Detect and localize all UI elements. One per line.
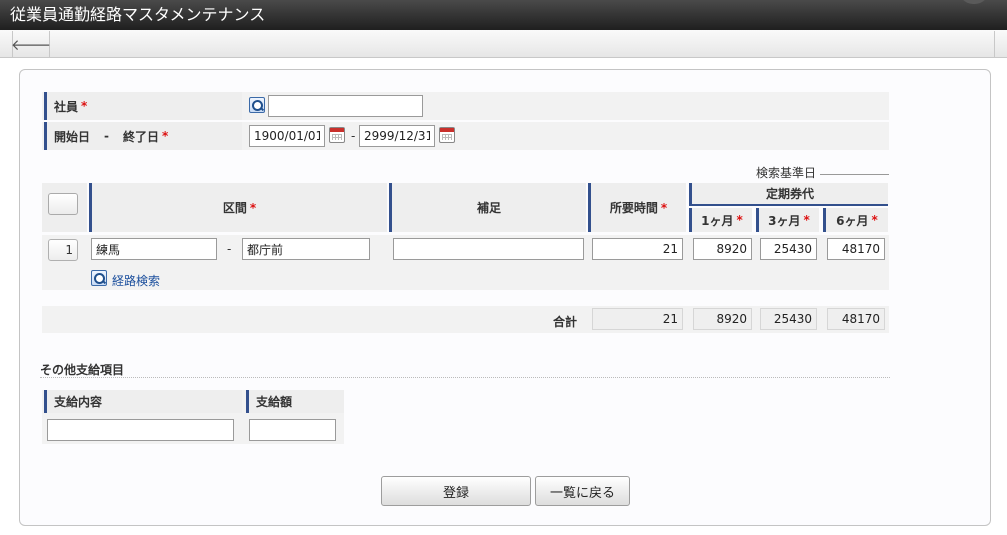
window-title-bar: 従業員通勤経路マスタメンテナンス: [0, 0, 1007, 30]
required-mark: *: [803, 213, 810, 227]
header-time: 所要時間 *: [588, 183, 686, 232]
allowance-content-input[interactable]: [47, 419, 234, 441]
date-range-separator: -: [351, 129, 356, 143]
header-note-text: 補足: [476, 201, 501, 215]
period-label: 開始日 - 終了日 *: [44, 122, 242, 150]
start-date-label: 開始日: [54, 129, 91, 144]
total-label: 合計: [553, 315, 578, 329]
employee-input[interactable]: [268, 95, 423, 117]
header-1month: 1ヶ月 *: [689, 208, 752, 232]
required-mark: *: [249, 200, 257, 215]
header-section: 区間 *: [89, 183, 387, 232]
header-section-text: 区間: [222, 201, 247, 215]
section-divider: [40, 377, 890, 378]
required-mark: *: [162, 129, 169, 143]
header-content: 支給内容: [44, 390, 242, 413]
total-3month: 25430: [760, 308, 817, 330]
required-mark: *: [736, 213, 743, 227]
end-calendar-icon[interactable]: [439, 127, 455, 143]
window-corner-decoration: [959, 0, 989, 4]
header-3month: 3ヶ月 *: [756, 208, 819, 232]
select-all-checkbox[interactable]: [48, 193, 78, 215]
header-note: 補足: [389, 183, 586, 232]
arrow-left-icon: 🡐: [10, 35, 52, 54]
main-panel: 社員 * 開始日 - 終了日 * - 検索基準日 区間 * 補足 所要時間 * …: [19, 69, 991, 526]
header-6month: 6ヶ月 *: [823, 208, 888, 232]
total-6month: 48170: [827, 308, 885, 330]
other-items-title: その他支給項目: [40, 363, 125, 377]
total-time: 21: [592, 308, 683, 330]
select-all-header: [42, 183, 87, 232]
time-input[interactable]: [592, 238, 683, 260]
route-search-icon[interactable]: [91, 270, 107, 286]
row-number[interactable]: 1: [48, 239, 78, 261]
pass-1month-input[interactable]: [693, 238, 752, 260]
window-title: 従業員通勤経路マスタメンテナンス: [10, 5, 266, 24]
header-6month-text: 6ヶ月: [836, 213, 869, 228]
header-commuter-pass: 定期券代: [689, 183, 888, 206]
route-to-input[interactable]: [242, 238, 370, 260]
search-base-date-line: [820, 174, 889, 175]
required-mark: *: [871, 213, 878, 227]
header-amount: 支給額: [246, 390, 344, 413]
toolbar: 🡐: [0, 30, 1007, 58]
period-label-separator: -: [104, 129, 109, 143]
register-button[interactable]: 登録: [381, 476, 531, 506]
employee-search-icon[interactable]: [249, 97, 265, 113]
start-calendar-icon[interactable]: [329, 127, 345, 143]
total-1month: 8920: [693, 308, 752, 330]
header-3month-text: 3ヶ月: [768, 213, 801, 228]
employee-label: 社員 *: [44, 92, 242, 120]
back-button[interactable]: 🡐: [10, 31, 52, 57]
header-content-text: 支給内容: [54, 395, 103, 409]
required-mark: *: [81, 99, 88, 113]
employee-label-text: 社員: [54, 99, 79, 114]
note-input[interactable]: [393, 238, 584, 260]
header-1month-text: 1ヶ月: [701, 213, 734, 228]
toolbar-divider: [994, 31, 995, 57]
route-search-link[interactable]: 経路検索: [112, 272, 160, 289]
search-base-date-label: 検索基準日: [756, 166, 817, 180]
pass-6month-input[interactable]: [827, 238, 885, 260]
header-time-text: 所要時間: [609, 201, 658, 215]
required-mark: *: [660, 200, 668, 215]
pass-3month-input[interactable]: [760, 238, 817, 260]
header-commuter-pass-text: 定期券代: [765, 187, 814, 201]
end-date-input[interactable]: [359, 125, 435, 147]
start-date-input[interactable]: [249, 125, 325, 147]
header-amount-text: 支給額: [256, 395, 293, 409]
allowance-amount-input[interactable]: [249, 419, 336, 441]
route-from-input[interactable]: [91, 238, 217, 260]
back-to-list-button[interactable]: 一覧に戻る: [535, 476, 630, 506]
end-date-label: 終了日: [123, 129, 160, 144]
route-separator: -: [227, 242, 232, 256]
